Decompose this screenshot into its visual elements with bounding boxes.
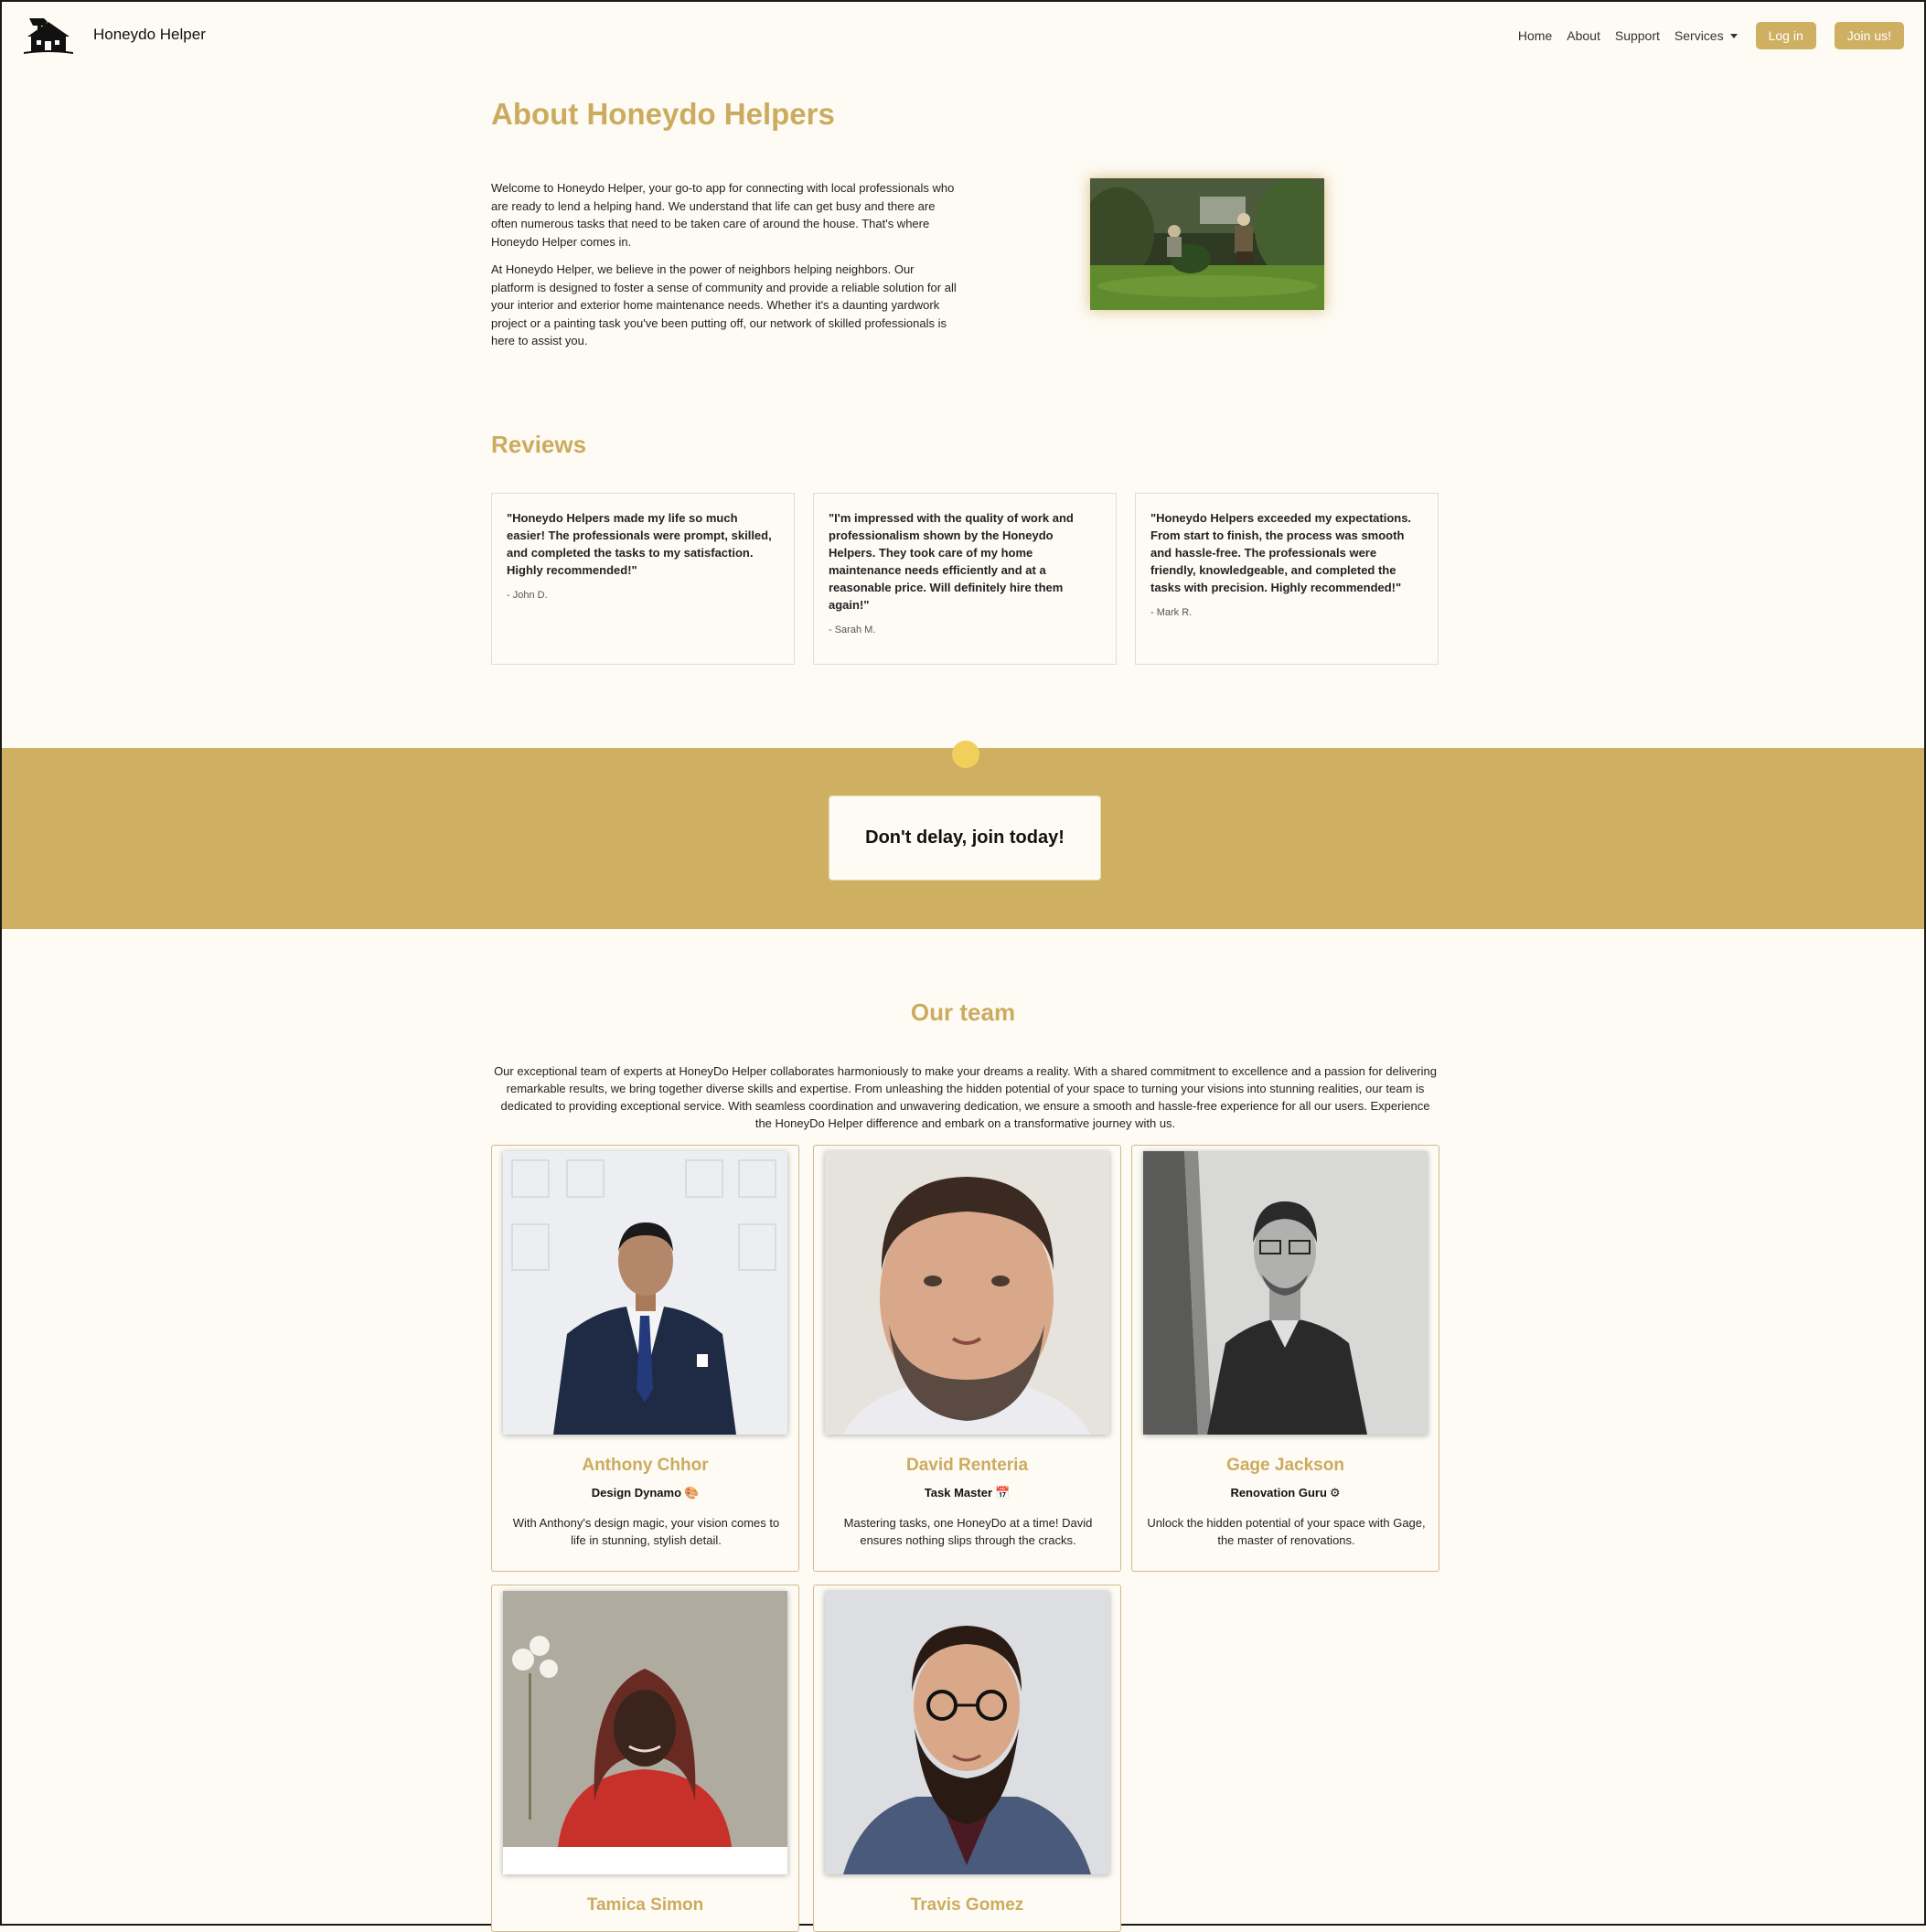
join-button[interactable]: Join us! (1834, 22, 1904, 49)
gardening-photo (1090, 178, 1324, 310)
member-photo (825, 1591, 1109, 1874)
review-author: - Sarah M. (829, 624, 876, 635)
review-author: - Mark R. (1150, 607, 1193, 618)
nav-links: Home About Support Services Log in Join … (1503, 22, 1904, 49)
team-description: Our exceptional team of experts at Honey… (494, 1064, 1437, 1130)
reviews-title: Reviews (491, 431, 587, 458)
member-description: Unlock the hidden potential of your spac… (1147, 1516, 1426, 1547)
member-name: David Renteria (905, 1456, 1029, 1475)
member-name: Gage Jackson (1226, 1456, 1344, 1475)
review-quote: "Honeydo Helpers made my life so much ea… (507, 511, 772, 577)
member-photo (503, 1591, 787, 1874)
member-role: Renovation Guru ⚙ (1132, 1486, 1439, 1500)
login-button[interactable]: Log in (1755, 22, 1816, 49)
nav-link-support[interactable]: Support (1615, 28, 1660, 43)
brand-link[interactable]: Honeydo Helper (24, 15, 206, 55)
review-card: "I'm impressed with the quality of work … (813, 493, 1117, 665)
review-quote: "Honeydo Helpers exceeded my expectation… (1150, 511, 1412, 594)
review-card: "Honeydo Helpers exceeded my expectation… (1135, 493, 1439, 665)
member-role-label: Renovation Guru (1230, 1486, 1327, 1500)
calendar-icon: 📅 (995, 1486, 1011, 1500)
nav-link-about[interactable]: About (1567, 28, 1600, 43)
about-paragraph: Welcome to Honeydo Helper, your go-to ap… (491, 181, 955, 249)
member-role: Design Dynamo 🎨 (492, 1486, 798, 1500)
member-role-label: Task Master (924, 1486, 992, 1500)
member-photo (825, 1151, 1109, 1435)
about-paragraph: At Honeydo Helper, we believe in the pow… (491, 262, 957, 347)
about-title: About Honeydo Helpers (491, 97, 835, 131)
member-name: Travis Gomez (910, 1895, 1024, 1915)
member-description: With Anthony's design magic, your vision… (512, 1516, 780, 1547)
team-member-card: Travis Gomez (813, 1585, 1121, 1932)
member-role-label: Design Dynamo (591, 1486, 682, 1500)
caret-down-icon (1729, 33, 1738, 38)
team-member-card: David Renteria Task Master 📅 Mastering ta… (813, 1145, 1121, 1572)
review-card: "Honeydo Helpers made my life so much ea… (491, 493, 795, 665)
member-name: Anthony Chhor (582, 1456, 709, 1475)
team-member-card: Anthony Chhor Design Dynamo 🎨 With Anthon… (491, 1145, 799, 1572)
gear-icon: ⚙ (1329, 1486, 1341, 1500)
banner-dot (952, 741, 979, 768)
member-photo (503, 1151, 787, 1435)
palette-icon: 🎨 (684, 1486, 700, 1500)
house-logo-icon (24, 18, 73, 54)
review-author: - John D. (507, 590, 548, 601)
member-photo (1143, 1151, 1428, 1435)
team-title: Our team (910, 998, 1016, 1026)
nav-services-label: Services (1674, 28, 1724, 43)
member-description: Mastering tasks, one HoneyDo at a time! … (843, 1516, 1093, 1547)
nav-dropdown-services[interactable]: Services (1675, 28, 1738, 43)
review-quote: "I'm impressed with the quality of work … (829, 511, 1074, 612)
nav-link-home[interactable]: Home (1518, 28, 1552, 43)
team-member-card: Gage Jackson Renovation Guru ⚙ Unlock the… (1131, 1145, 1439, 1572)
join-today-button[interactable]: Don't delay, join today! (829, 795, 1101, 881)
team-member-card: Tamica Simon (491, 1585, 799, 1932)
member-role: Task Master 📅 (814, 1486, 1120, 1500)
member-name: Tamica Simon (586, 1895, 704, 1915)
brand-name: Honeydo Helper (93, 26, 206, 43)
navbar: Honeydo Helper Home About Support Servic… (2, 2, 1924, 71)
about-text: Welcome to Honeydo Helper, your go-to ap… (491, 179, 958, 360)
